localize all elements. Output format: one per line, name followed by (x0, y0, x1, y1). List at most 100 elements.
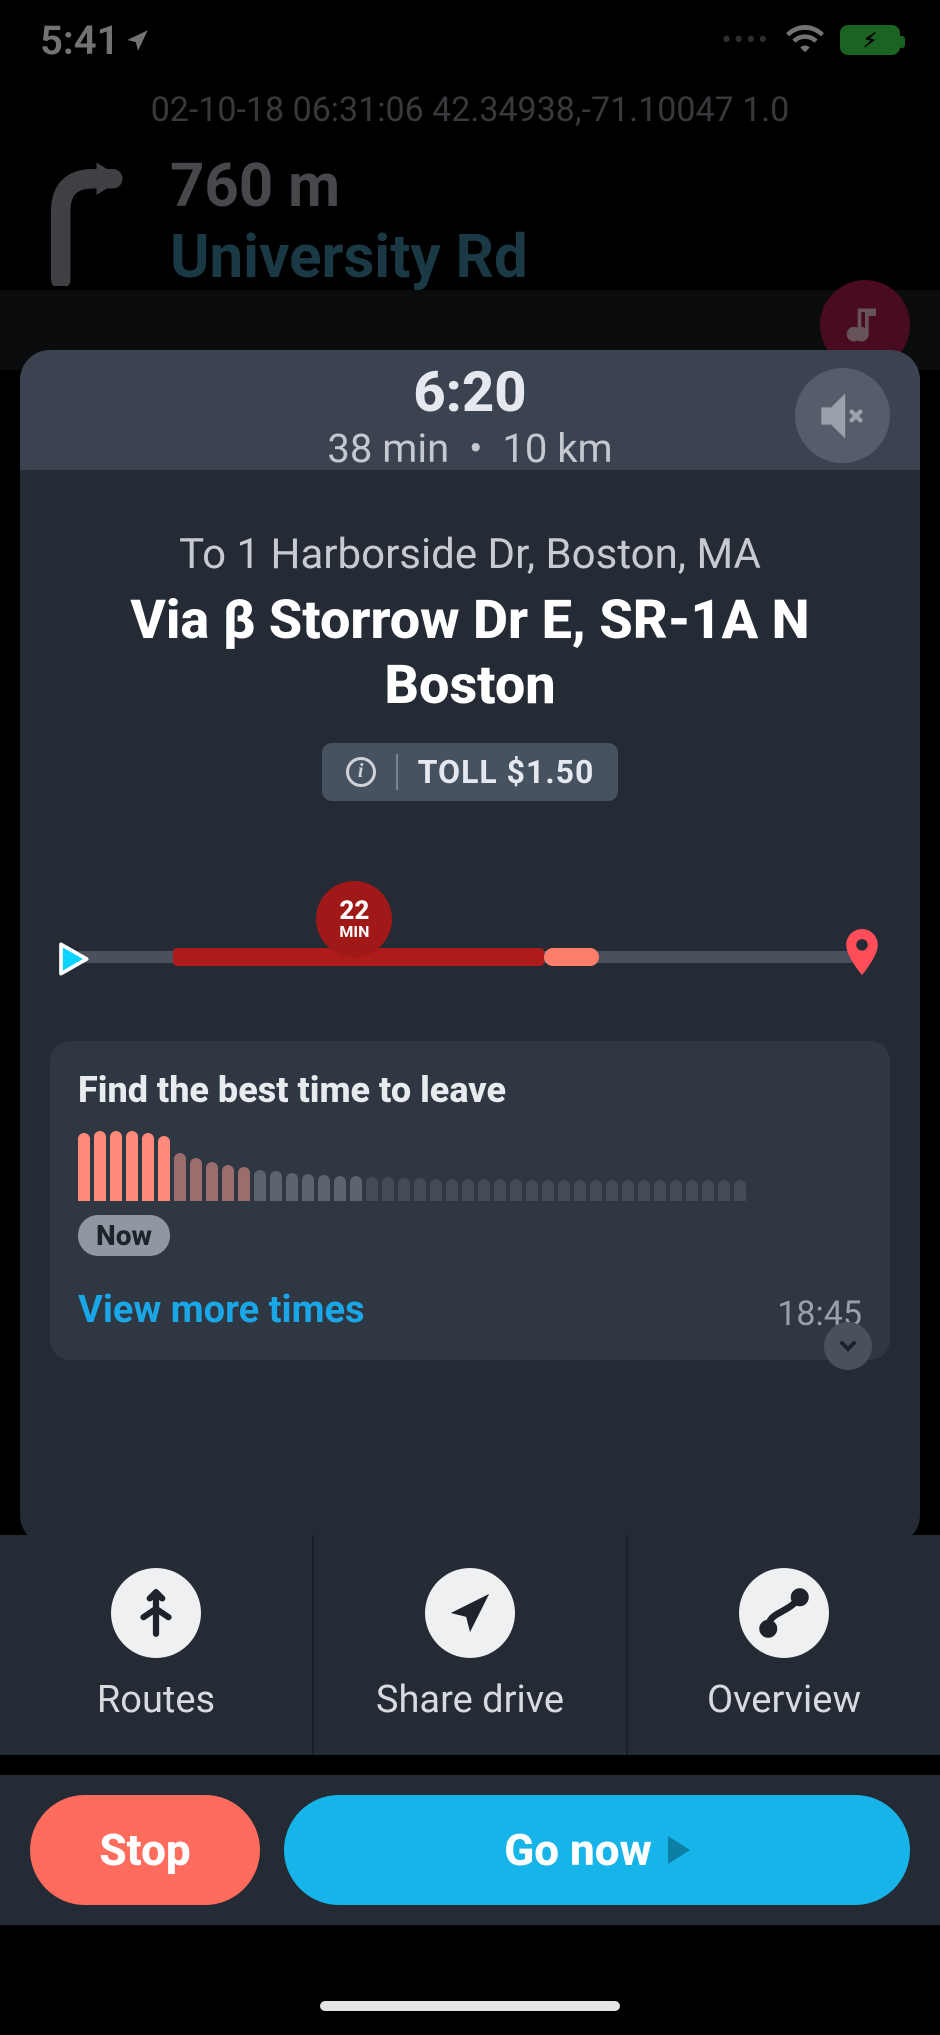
chart-bar (350, 1176, 362, 1200)
chart-bar (734, 1180, 746, 1201)
go-now-button[interactable]: Go now (284, 1795, 910, 1905)
action-row: Routes Share drive Overview (0, 1535, 940, 1755)
chart-bar (670, 1180, 682, 1201)
view-more-times-link[interactable]: View more times (78, 1288, 862, 1332)
status-bar: 5:41 •••• ⚡︎ (0, 0, 940, 80)
chart-bar (286, 1173, 298, 1201)
overview-button[interactable]: Overview (628, 1535, 940, 1755)
status-time: 5:41 (40, 17, 151, 64)
home-indicator[interactable] (320, 2001, 620, 2011)
route-card: To 1 Harborside Dr, Boston, MA Via β Sto… (20, 470, 920, 1545)
chart-bar (510, 1179, 522, 1200)
routes-label: Routes (97, 1678, 215, 1722)
chart-bar (110, 1131, 122, 1201)
chart-bar (462, 1179, 474, 1201)
chart-bar (590, 1180, 602, 1201)
routes-button[interactable]: Routes (0, 1535, 314, 1755)
chart-bar (318, 1175, 330, 1201)
share-drive-button[interactable]: Share drive (314, 1535, 628, 1755)
chart-bar (622, 1180, 634, 1201)
play-icon (668, 1836, 690, 1864)
chart-bar (446, 1179, 458, 1201)
chart-bar (702, 1180, 714, 1201)
traffic-segment-moderate (544, 948, 599, 966)
chart-bar (158, 1136, 170, 1201)
debug-coordinates: 02-10-18 06:31:06 42.34938,-71.10047 1.0 (0, 90, 940, 130)
chart-bar (78, 1133, 90, 1201)
chart-bar (574, 1180, 586, 1201)
chart-bar (542, 1180, 554, 1201)
chart-bar (398, 1178, 410, 1201)
delay-value: 22 (339, 898, 369, 924)
eta-summary[interactable]: 6:20 38 min • 10 km (20, 350, 920, 480)
music-icon (843, 303, 887, 347)
chart-bar (558, 1180, 570, 1201)
eta-arrival-time: 6:20 (327, 359, 612, 425)
now-pill: Now (78, 1215, 170, 1256)
chart-bar (606, 1180, 618, 1201)
clock-text: 5:41 (40, 17, 119, 64)
chart-bar (302, 1174, 314, 1201)
chart-bar (174, 1153, 186, 1201)
delay-bubble: 22 MIN (316, 881, 392, 957)
start-marker-icon (50, 937, 94, 981)
chart-bar (142, 1133, 154, 1201)
go-label: Go now (504, 1824, 651, 1876)
toll-pill[interactable]: i TOLL $1.50 (322, 743, 619, 801)
toll-text: TOLL $1.50 (418, 753, 595, 791)
eta-distance: 10 km (502, 425, 612, 472)
overview-icon (757, 1586, 811, 1640)
via-text: Via β Storrow Dr E, SR-1A N Boston (50, 589, 890, 719)
chart-bar (334, 1176, 346, 1201)
chart-bar (366, 1177, 378, 1201)
chart-bar (638, 1180, 650, 1201)
delay-unit: MIN (339, 924, 369, 940)
bottom-button-row: Stop Go now (0, 1775, 940, 1925)
divider (396, 754, 398, 790)
chevron-down-icon (836, 1334, 860, 1358)
chart-bar (686, 1180, 698, 1201)
chart-bar (270, 1171, 282, 1200)
turn-right-icon (40, 156, 140, 286)
chart-bar (414, 1178, 426, 1201)
best-time-chart (78, 1131, 862, 1201)
chart-bar (494, 1179, 506, 1200)
location-arrow-icon (125, 27, 151, 53)
speaker-muted-icon (817, 390, 869, 442)
eta-subtext: 38 min • 10 km (327, 425, 612, 472)
chart-bar (654, 1180, 666, 1201)
eta-duration: 38 min (327, 425, 449, 472)
nav-distance: 760 m (170, 150, 528, 221)
routes-icon (131, 1588, 181, 1638)
best-time-title: Find the best time to leave (78, 1069, 862, 1111)
share-icon (447, 1590, 493, 1636)
chart-bar (718, 1180, 730, 1201)
overview-label: Overview (707, 1678, 861, 1722)
traffic-bar[interactable]: 22 MIN (50, 881, 890, 1001)
mute-button[interactable] (795, 368, 890, 463)
chart-bar (478, 1179, 490, 1200)
chart-bar (206, 1162, 218, 1200)
wifi-icon (786, 23, 824, 57)
chart-bar (430, 1179, 442, 1201)
info-icon: i (346, 757, 376, 787)
nav-instruction[interactable]: 760 m University Rd (0, 150, 940, 292)
stop-label: Stop (99, 1824, 190, 1876)
battery-charging-icon: ⚡︎ (840, 25, 900, 55)
chart-bar (126, 1131, 138, 1201)
nav-road: University Rd (170, 221, 528, 292)
chart-bar (222, 1165, 234, 1200)
chart-bar (382, 1177, 394, 1201)
destination-pin-icon (844, 929, 880, 986)
cellular-dots-icon: •••• (722, 23, 771, 58)
destination-text: To 1 Harborside Dr, Boston, MA (50, 530, 890, 579)
chart-bar (238, 1167, 250, 1200)
stop-button[interactable]: Stop (30, 1795, 260, 1905)
expand-button[interactable] (824, 1322, 872, 1370)
chart-bar (526, 1180, 538, 1201)
chart-bar (254, 1170, 266, 1201)
share-label: Share drive (376, 1678, 564, 1722)
chart-bar (190, 1158, 202, 1201)
chart-bar (94, 1131, 106, 1201)
best-time-card[interactable]: Find the best time to leave Now 18:45 Vi… (50, 1041, 890, 1360)
